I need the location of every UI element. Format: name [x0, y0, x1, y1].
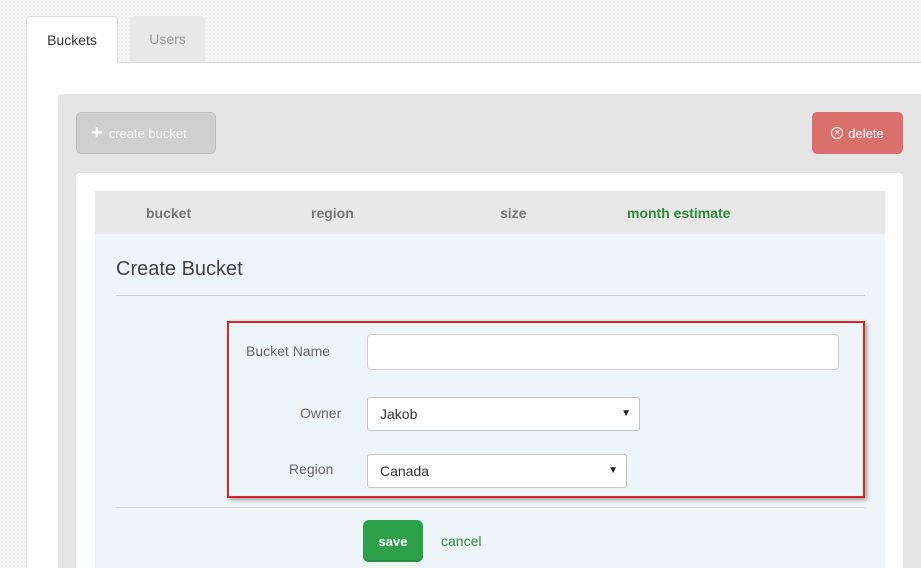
delete-label: delete: [848, 125, 884, 141]
save-button[interactable]: save: [363, 520, 423, 562]
cancel-link[interactable]: cancel: [441, 533, 481, 549]
region-selected-value: Canada: [380, 463, 430, 479]
caret-down-icon: ▼: [608, 465, 618, 476]
create-bucket-button[interactable]: + create bucket: [76, 112, 216, 154]
column-header-month-estimate[interactable]: month estimate: [627, 191, 730, 234]
owner-select[interactable]: Jakob ▼: [367, 397, 640, 431]
region-select[interactable]: Canada ▼: [367, 454, 627, 488]
form-divider-top: [116, 295, 865, 296]
owner-label: Owner: [300, 405, 342, 421]
plus-icon: +: [91, 122, 103, 144]
form-divider-bottom: [116, 507, 865, 508]
circle-x-icon: ✕: [831, 127, 844, 139]
create-bucket-label: create bucket: [108, 125, 187, 141]
owner-selected-value: Jakob: [380, 406, 418, 422]
region-label: Region: [289, 461, 334, 477]
table-header: bucket region size month estimate: [95, 191, 885, 234]
caret-down-icon: ▼: [621, 408, 631, 419]
bucket-name-label: Bucket Name: [246, 343, 331, 359]
delete-button[interactable]: ✕ delete: [812, 112, 903, 154]
column-header-size[interactable]: size: [500, 191, 526, 234]
tab-divider: [26, 62, 921, 63]
tab-users[interactable]: Users: [130, 16, 205, 62]
column-header-region[interactable]: region: [311, 191, 354, 234]
bucket-name-input[interactable]: [367, 334, 839, 370]
tab-buckets[interactable]: Buckets: [26, 16, 118, 63]
column-header-bucket[interactable]: bucket: [146, 191, 191, 234]
form-title: Create Bucket: [116, 258, 243, 280]
